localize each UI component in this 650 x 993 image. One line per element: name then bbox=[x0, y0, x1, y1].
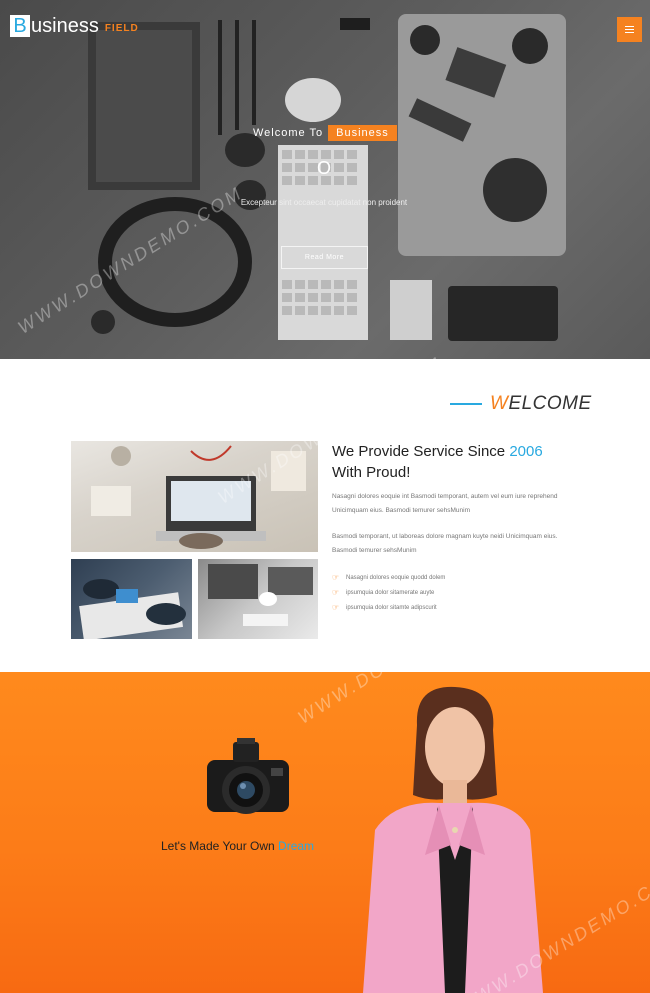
office-desk-photo bbox=[71, 441, 318, 552]
pointing-hand-icon: ☞ bbox=[332, 588, 340, 597]
businesswoman-image bbox=[363, 686, 543, 993]
pointing-hand-icon: ☞ bbox=[332, 573, 340, 582]
service-paragraph-1: Nasagni dolores eoquie int Basmodi tempo… bbox=[332, 493, 558, 514]
pointing-hand-icon: ☞ bbox=[332, 603, 340, 612]
menu-bar-icon bbox=[625, 29, 634, 30]
team-meeting-photo bbox=[71, 559, 192, 639]
camera-image bbox=[207, 738, 289, 814]
service-title-line2: With Proud! bbox=[332, 464, 411, 481]
dream-text: Let's Made Your Own bbox=[161, 839, 275, 853]
dream-banner bbox=[0, 672, 650, 993]
welcome-title-first-letter: W bbox=[490, 393, 509, 414]
hero-badge: Business bbox=[328, 125, 397, 141]
hero-subtitle: Excepteur sint occaecat cupidatat non pr… bbox=[240, 198, 408, 207]
welcome-title-rest: ELCOME bbox=[508, 393, 592, 414]
desk-objects-illustration bbox=[88, 14, 566, 341]
workspace-illustration bbox=[208, 564, 313, 626]
brand-suffix: FIELD bbox=[104, 22, 139, 34]
list-item-text: ipsumquia dolor sitamte adipscurit bbox=[346, 604, 437, 611]
list-item: ☞ ipsumquia dolor sitamte adipscurit bbox=[332, 600, 582, 615]
hero-section: B usiness FIELD Welcome To Business O Ex… bbox=[0, 0, 650, 359]
list-item: ☞ ipsumquia dolor sitamerate auyte bbox=[332, 585, 582, 600]
hamburger-menu-button[interactable] bbox=[617, 17, 642, 42]
heading-rule bbox=[450, 403, 482, 405]
laptop-illustration bbox=[91, 445, 306, 549]
service-title: We Provide Service Since 2006 With Proud… bbox=[332, 441, 592, 483]
meeting-illustration bbox=[79, 579, 186, 639]
welcome-title: WELCOME bbox=[490, 393, 592, 415]
service-paragraph-2: Basmodi temporant, ut laboreas dolore ma… bbox=[332, 533, 558, 554]
dream-tagline: Let's Made Your Own Dream bbox=[161, 839, 314, 853]
brand-logo[interactable]: B usiness FIELD bbox=[10, 15, 139, 37]
service-year: 2006 bbox=[509, 443, 543, 460]
hero-glyph: O bbox=[317, 158, 332, 178]
menu-bar-icon bbox=[625, 32, 634, 33]
hero-welcome-line: Welcome To Business bbox=[253, 125, 397, 141]
brand-initial: B bbox=[10, 15, 30, 37]
service-list: ☞ Nasagni dolores eoquie quodd dolem ☞ ips… bbox=[332, 570, 582, 615]
menu-bar-icon bbox=[625, 26, 634, 27]
list-item: ☞ Nasagni dolores eoquie quodd dolem bbox=[332, 570, 582, 585]
welcome-heading: WELCOME bbox=[450, 393, 592, 415]
list-item-text: ipsumquia dolor sitamerate auyte bbox=[346, 589, 435, 596]
dream-accent: Dream bbox=[278, 839, 315, 853]
read-more-button[interactable]: Read More bbox=[281, 246, 368, 269]
hero-welcome-to: Welcome To bbox=[253, 127, 324, 139]
brand-name: usiness bbox=[31, 15, 99, 37]
service-title-line1: We Provide Service Since bbox=[332, 443, 506, 460]
workspace-photo bbox=[198, 559, 318, 639]
list-item-text: Nasagni dolores eoquie quodd dolem bbox=[346, 574, 446, 581]
